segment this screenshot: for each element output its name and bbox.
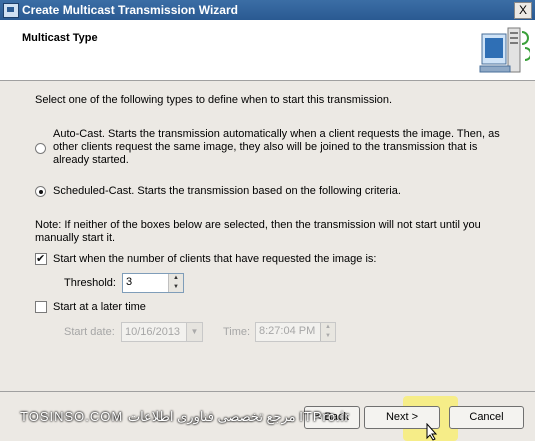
threshold-value: 3 — [126, 276, 133, 288]
cancel-button[interactable]: Cancel — [449, 406, 524, 429]
threshold-stepper[interactable]: 3 ▲ ▼ — [122, 273, 184, 293]
later-checkbox[interactable] — [35, 301, 47, 313]
wizard-body: Select one of the following types to def… — [0, 81, 535, 391]
window-title: Create Multicast Transmission Wizard — [22, 3, 238, 17]
start-date-label: Start date: — [64, 326, 115, 338]
close-button[interactable]: X — [514, 2, 532, 19]
scheduled-cast-radio[interactable] — [35, 186, 46, 197]
start-date-value: 10/16/2013 — [125, 326, 181, 338]
clients-checkbox[interactable] — [35, 252, 47, 265]
start-date-picker[interactable]: 10/16/2013 ▼ — [121, 322, 203, 342]
server-network-icon — [479, 27, 530, 73]
time-label: Time: — [223, 326, 251, 338]
auto-cast-radio[interactable] — [35, 143, 46, 154]
time-down-icon[interactable]: ▼ — [321, 332, 335, 341]
app-icon — [3, 3, 19, 18]
later-checkbox-label: Start at a later time — [53, 301, 146, 313]
scheduled-cast-label: Scheduled-Cast. Starts the transmission … — [53, 185, 401, 197]
time-value: 8:27:04 PM — [259, 325, 316, 337]
threshold-label: Threshold: — [64, 277, 116, 289]
chevron-down-icon[interactable]: ▼ — [186, 323, 202, 341]
time-stepper[interactable]: 8:27:04 PM ▲ ▼ — [255, 322, 336, 342]
note-text: Note: If neither of the boxes below are … — [35, 219, 481, 244]
page-title: Multicast Type — [22, 32, 98, 44]
wizard-header: Multicast Type — [0, 20, 535, 81]
mouse-pointer-icon — [426, 423, 438, 441]
clients-checkbox-label: Start when the number of clients that ha… — [53, 253, 377, 265]
watermark-text: TOSINSO.COM مرجع تخصصی فناوری اطلاعات IT… — [20, 409, 350, 424]
auto-cast-label: Auto-Cast. Starts the transmission autom… — [53, 128, 500, 166]
threshold-down-icon[interactable]: ▼ — [169, 283, 183, 292]
intro-text: Select one of the following types to def… — [35, 94, 393, 106]
threshold-up-icon[interactable]: ▲ — [169, 274, 183, 283]
title-bar: Create Multicast Transmission Wizard X — [0, 0, 535, 20]
wizard-footer: < Back Next > Cancel TOSINSO.COM مرجع تخ… — [0, 391, 535, 441]
time-up-icon[interactable]: ▲ — [321, 323, 335, 332]
